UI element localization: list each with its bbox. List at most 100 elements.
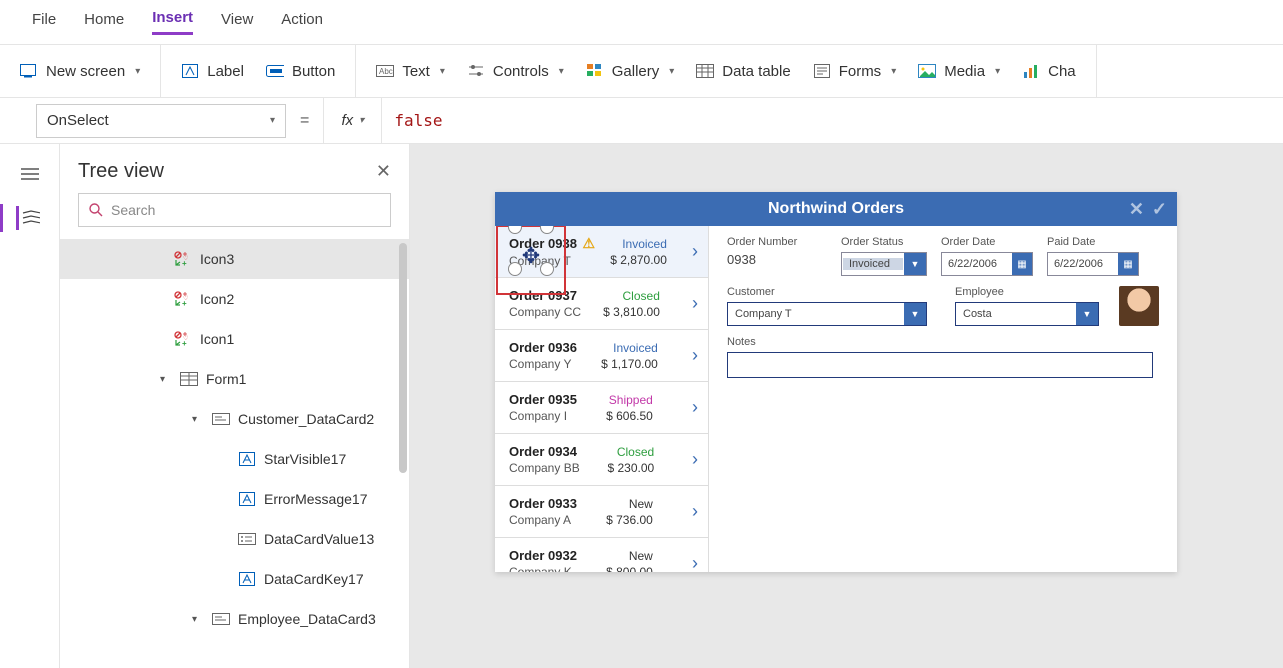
order-row[interactable]: Order 0938 ⚠Company TInvoiced$ 2,870.00› [495,226,708,278]
tree-item-Form1[interactable]: ▾Form1 [60,359,409,399]
media-button[interactable]: Media ▾ [918,62,1000,80]
fx-button[interactable]: fx ▾ [323,98,381,144]
forms-icon [813,62,831,80]
chevron-down-icon: ▾ [559,66,564,77]
order-number: Order 0935 [509,392,577,407]
date-order-date[interactable]: 6/22/2006 ▦ [941,252,1033,276]
accept-icon[interactable]: ✓ [1152,199,1167,220]
button-icon [266,62,284,80]
search-placeholder: Search [111,202,155,218]
menu-file[interactable]: File [32,11,56,34]
order-status: Closed [623,289,660,303]
cancel-icon[interactable]: ✕ [1129,199,1144,220]
order-number: Order 0933 [509,496,577,511]
tree-item-label: Customer_DataCard2 [238,411,374,427]
button-label: Button [292,63,335,80]
label-order-number: Order Number [727,236,827,248]
tree-item-Icon2[interactable]: ♡+Icon2 [60,279,409,319]
menu-view[interactable]: View [221,11,253,34]
tree-view-pane: Tree view ✕ Search ♡+Icon3♡+Icon2♡+Icon1… [60,144,410,668]
order-row[interactable]: Order 0932Company KNew$ 800.00› [495,538,708,572]
value-paid-date: 6/22/2006 [1048,258,1118,270]
notes-input[interactable] [727,352,1153,378]
gallery-icon [586,62,604,80]
select-order-status[interactable]: Invoiced ▼ [841,252,927,276]
order-gallery[interactable]: ✥ Order 0938 ⚠Company TInvoiced$ 2,870.0… [495,226,709,572]
chevron-down-icon: ▾ [440,66,445,77]
data-table-button[interactable]: Data table [696,62,790,80]
order-row[interactable]: Order 0936Company YInvoiced$ 1,170.00› [495,330,708,382]
value-order-status: Invoiced [843,258,903,270]
text-button[interactable]: Abc Text ▾ [376,62,445,80]
chevron-right-icon: › [686,397,704,418]
formula-input[interactable]: false [381,98,1283,144]
menu-action[interactable]: Action [281,11,323,34]
menu-home[interactable]: Home [84,11,124,34]
order-row[interactable]: Order 0934Company BBClosed$ 230.00› [495,434,708,486]
order-status: New [629,549,653,563]
media-label: Media [944,63,985,80]
canvas[interactable]: Northwind Orders ✕ ✓ ✥ Order 0938 ⚠Compa… [410,144,1283,668]
order-row[interactable]: Order 0933Company ANew$ 736.00› [495,486,708,538]
close-pane-button[interactable]: ✕ [376,161,391,182]
tree-item-StarVisible17[interactable]: StarVisible17 [60,439,409,479]
chevron-down-icon: ▾ [891,66,896,77]
main-area: Tree view ✕ Search ♡+Icon3♡+Icon2♡+Icon1… [0,144,1283,668]
forms-button[interactable]: Forms ▾ [813,62,897,80]
controls-button[interactable]: Controls ▾ [467,62,564,80]
order-company: Company A [509,513,577,527]
chevron-down-icon: ▼ [904,303,926,325]
tree-item-label: Icon2 [200,291,234,307]
chevron-down-icon: ▾ [359,115,364,126]
order-detail-form: Order Number 0938 Order Status Invoiced … [709,226,1177,572]
text-icon: Abc [376,62,394,80]
tree-list: ♡+Icon3♡+Icon2♡+Icon1▾Form1▾Customer_Dat… [60,239,409,668]
tree-item-DataCardKey17[interactable]: DataCardKey17 [60,559,409,599]
tree-item-Icon3[interactable]: ♡+Icon3 [60,239,409,279]
order-amount: $ 606.50 [606,409,653,423]
order-status: Shipped [609,393,653,407]
data-table-icon [696,62,714,80]
button-button[interactable]: Button [266,62,335,80]
expander-icon[interactable]: ▾ [192,414,204,425]
svg-text:Abc: Abc [379,67,393,76]
tree-search-input[interactable]: Search [78,193,391,227]
order-company: Company CC [509,305,581,319]
search-icon [89,203,103,217]
card-icon [212,610,230,628]
gallery-button[interactable]: Gallery ▾ [586,62,675,80]
employee-avatar [1119,286,1159,326]
select-employee[interactable]: Costa ▼ [955,302,1099,326]
fx-label: fx [341,112,353,129]
expander-icon[interactable]: ▾ [160,374,172,385]
card-icon [212,410,230,428]
tree-item-DataCardValue13[interactable]: DataCardValue13 [60,519,409,559]
left-rail [0,144,60,668]
label-button[interactable]: Label [181,62,244,80]
order-number: Order 0934 [509,444,580,459]
chart-button[interactable]: Cha [1022,62,1076,80]
order-company: Company I [509,409,577,423]
value-employee: Costa [957,308,1075,320]
tree-item-ErrorMessage17[interactable]: ErrorMessage17 [60,479,409,519]
select-customer[interactable]: Company T ▼ [727,302,927,326]
chart-icon [1022,62,1040,80]
scrollbar-thumb[interactable] [399,243,407,473]
form-icon [180,370,198,388]
calendar-icon: ▦ [1012,253,1032,275]
date-paid-date[interactable]: 6/22/2006 ▦ [1047,252,1139,276]
expander-icon[interactable]: ▾ [192,614,204,625]
tree-view-button[interactable] [16,206,40,230]
new-screen-button[interactable]: New screen ▾ [20,62,140,80]
order-row[interactable]: Order 0937Company CCClosed$ 3,810.00› [495,278,708,330]
tree-item-Employee_DataCard3[interactable]: ▾Employee_DataCard3 [60,599,409,639]
menu-insert[interactable]: Insert [152,9,193,35]
tree-item-Icon1[interactable]: ♡+Icon1 [60,319,409,359]
hamburger-button[interactable] [18,162,42,186]
order-number: Order 0932 [509,548,577,563]
property-selector[interactable]: OnSelect ▾ [36,104,286,138]
tree-item-Customer_DataCard2[interactable]: ▾ Customer_DataCard2 [60,399,409,439]
chevron-right-icon: › [686,553,704,572]
order-number: Order 0938 ⚠ [509,235,595,252]
order-row[interactable]: Order 0935 Company I Shipped $ 606.50 › [495,382,708,434]
